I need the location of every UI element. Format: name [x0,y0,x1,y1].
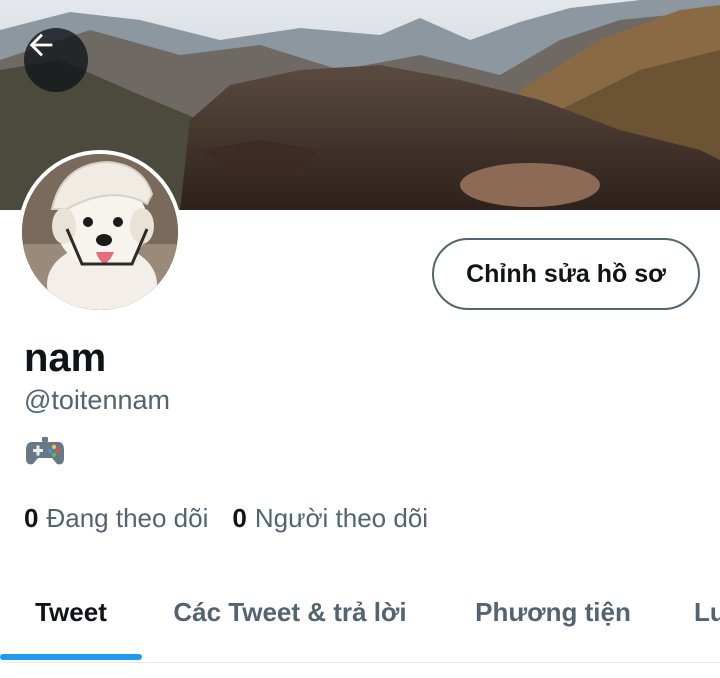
active-tab-indicator [0,654,142,660]
followers-link[interactable]: 0 Người theo dõi [232,502,428,534]
followers-label: Người theo dõi [254,503,429,533]
profile-tabs: Tweet Các Tweet & trả lời Phương tiện Lư [0,570,720,666]
following-label: Đang theo dõi [46,503,209,533]
tab-tweets-and-replies-label: Các Tweet & trả lời [173,596,407,627]
game-controller-icon [26,437,64,465]
bio [24,430,66,472]
followers-count: 0 [232,503,247,533]
tab-likes[interactable]: Lư [668,570,720,654]
tab-likes-label: Lư [694,596,720,627]
tab-tweets[interactable]: Tweet [0,570,142,660]
avatar[interactable] [18,150,182,314]
edit-profile-button[interactable]: Chỉnh sửa hồ sơ [432,238,700,310]
tab-tweets-and-replies[interactable]: Các Tweet & trả lời [142,570,438,654]
tab-media[interactable]: Phương tiện [438,570,668,654]
user-handle: @toitennam [24,385,170,415]
tab-media-label: Phương tiện [475,596,631,627]
back-button[interactable] [24,28,88,92]
display-name: nam [24,336,107,380]
tab-tweets-label: Tweet [35,596,107,627]
arrow-left-icon [29,33,53,57]
avatar-image [22,154,178,310]
following-count: 0 [24,503,39,533]
following-link[interactable]: 0 Đang theo dõi [24,502,208,534]
follow-stats: 0 Đang theo dõi 0 Người theo dõi [24,502,452,534]
tabs-divider [0,662,720,663]
